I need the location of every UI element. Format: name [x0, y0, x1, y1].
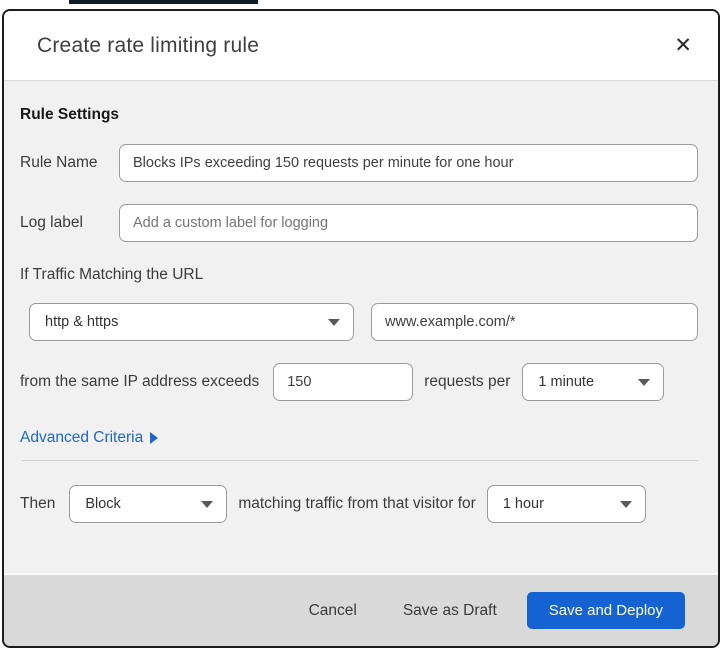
rule-name-label: Rule Name	[20, 154, 98, 171]
chevron-down-icon	[638, 378, 651, 386]
save-as-draft-button[interactable]: Save as Draft	[391, 594, 509, 628]
dialog-title: Create rate limiting rule	[37, 33, 260, 57]
dialog-footer: Cancel Save as Draft Save and Deploy	[4, 573, 718, 646]
request-threshold-input[interactable]	[273, 363, 414, 401]
duration-select-value: 1 hour	[502, 496, 544, 512]
scheme-select-value: http & https	[45, 314, 119, 330]
period-select[interactable]: 1 minute	[522, 363, 665, 401]
chevron-down-icon	[328, 318, 340, 326]
section-divider	[22, 460, 698, 461]
traffic-match-intro: If Traffic Matching the URL	[20, 266, 204, 283]
dialog-body: Rule Settings Rule Name Log label If Tra…	[4, 81, 718, 573]
close-icon[interactable]: ✕	[668, 31, 698, 60]
url-pattern-input[interactable]	[371, 303, 698, 341]
advanced-criteria-label: Advanced Criteria	[20, 429, 144, 446]
log-label-row: Log label	[20, 204, 698, 242]
rule-name-row: Rule Name	[20, 144, 698, 182]
action-select[interactable]: Block	[69, 485, 228, 523]
then-label: Then	[20, 495, 56, 512]
create-rate-limiting-rule-dialog: Create rate limiting rule ✕ Rule Setting…	[2, 9, 720, 648]
action-row: Then Block matching traffic from that vi…	[20, 485, 698, 523]
rule-name-input[interactable]	[119, 144, 698, 182]
background-page-topbar	[69, 0, 258, 4]
duration-select[interactable]: 1 hour	[486, 485, 646, 523]
dialog-header: Create rate limiting rule ✕	[4, 11, 718, 81]
expand-arrow-icon	[150, 432, 159, 444]
action-select-value: Block	[85, 496, 121, 512]
duration-label: matching traffic from that visitor for	[238, 495, 476, 512]
requests-per-label: requests per	[424, 373, 511, 390]
scheme-select[interactable]: http & https	[29, 303, 354, 341]
rule-settings-heading: Rule Settings	[20, 106, 120, 123]
url-match-row: http & https	[20, 303, 698, 341]
advanced-criteria-link[interactable]: Advanced Criteria	[20, 429, 159, 447]
log-label-label: Log label	[20, 214, 83, 231]
cancel-button[interactable]: Cancel	[297, 594, 369, 628]
threshold-label: from the same IP address exceeds	[20, 373, 260, 390]
chevron-down-icon	[619, 500, 632, 508]
save-and-deploy-button[interactable]: Save and Deploy	[526, 592, 685, 629]
log-label-input[interactable]	[119, 204, 698, 242]
threshold-row: from the same IP address exceeds request…	[20, 363, 698, 401]
chevron-down-icon	[201, 500, 214, 508]
period-select-value: 1 minute	[538, 374, 595, 390]
